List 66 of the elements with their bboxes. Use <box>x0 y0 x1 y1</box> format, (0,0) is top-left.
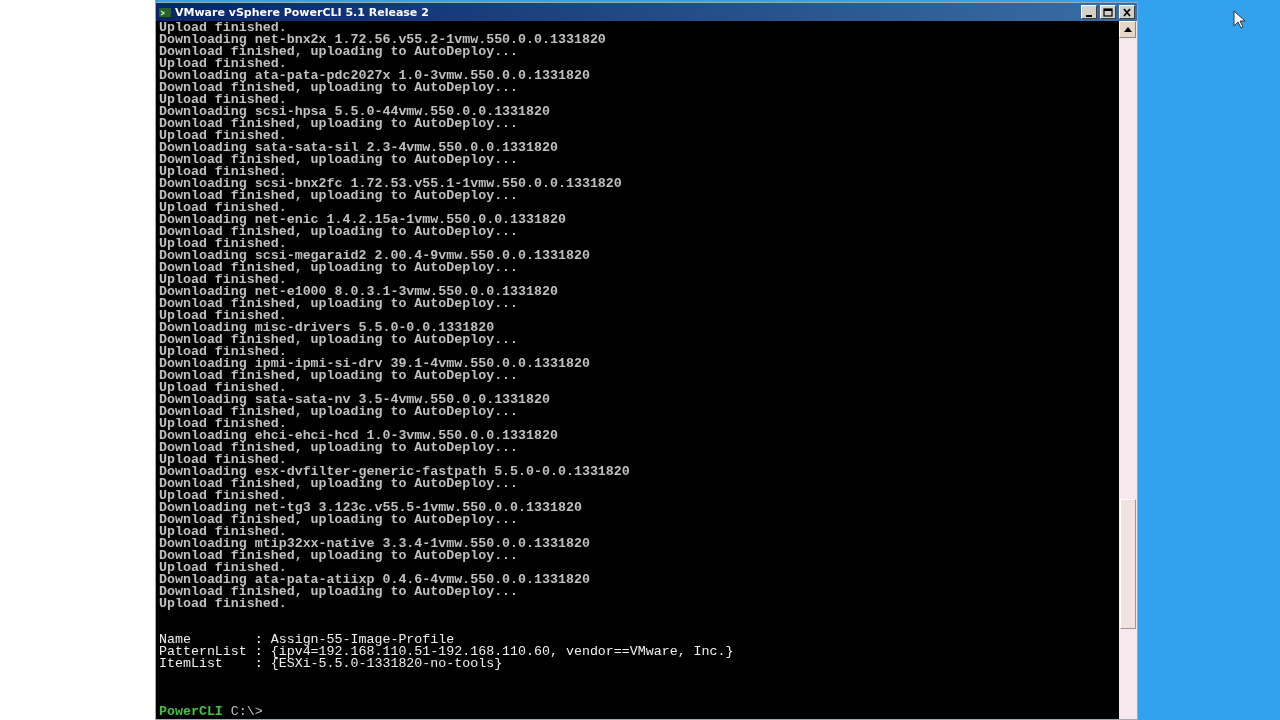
prompt-path: C:\> <box>230 704 263 719</box>
minimize-button[interactable] <box>1081 5 1097 19</box>
console-line: Upload finished. <box>159 346 287 358</box>
console-line: Download finished, uploading to AutoDeploy... <box>159 190 520 202</box>
console-line: Upload finished. <box>159 454 287 466</box>
mouse-pointer-icon <box>1233 10 1245 29</box>
console-line: Upload finished. <box>159 238 287 250</box>
console-line: Name : Assign-55-Image-Profile <box>159 634 455 646</box>
console-line: Downloading net-enic 1.4.2.15a-1vmw.550.0.0.1331820 <box>159 214 567 226</box>
console-line: Downloading mtip32xx-native 3.3.4-1vmw.550.0.0.1331820 <box>159 538 591 550</box>
console-line: PatternList : {ipv4=192.168.110.51-192.168.110.60, vendor==VMware, Inc.} <box>159 646 735 658</box>
console-line: Upload finished. <box>159 526 287 538</box>
console-line: Downloading ehci-ehci-hcd 1.0-3vmw.550.0.0.1331820 <box>159 430 559 442</box>
console-line: Upload finished. <box>159 418 287 430</box>
console-line: Download finished, uploading to AutoDeploy... <box>159 478 520 490</box>
close-icon <box>1121 6 1133 18</box>
console-line: Downloading ata-pata-atiixp 0.4.6-4vmw.550.0.0.1331820 <box>159 574 591 586</box>
window-title: VMware vSphere PowerCLI 5.1 Release 2 <box>175 5 430 19</box>
maximize-button[interactable] <box>1100 5 1116 19</box>
console-line: Downloading sata-sata-nv 3.5-4vmw.550.0.0.1331820 <box>159 394 551 406</box>
console-line: Download finished, uploading to AutoDeploy... <box>159 370 520 382</box>
console-line: Download finished, uploading to AutoDeploy... <box>159 226 520 238</box>
console-line: Upload finished. <box>159 562 287 574</box>
console-line: Download finished, uploading to AutoDeploy... <box>159 154 520 166</box>
console-line: Downloading esx-dvfilter-generic-fastpath 5.5.0-0.0.1331820 <box>159 466 631 478</box>
console-line: Download finished, uploading to AutoDeploy... <box>159 262 520 274</box>
console-line: Downloading scsi-hpsa 5.5.0-44vmw.550.0.0.1331820 <box>159 106 551 118</box>
console-line: Upload finished. <box>159 598 287 610</box>
console-line: Download finished, uploading to AutoDeploy... <box>159 46 520 58</box>
console-line: Upload finished. <box>159 166 287 178</box>
console-line: Upload finished. <box>159 490 287 502</box>
console-line: Download finished, uploading to AutoDeploy... <box>159 298 520 310</box>
console-line: Download finished, uploading to AutoDeploy... <box>159 334 520 346</box>
console-line: Download finished, uploading to AutoDeploy... <box>159 82 520 94</box>
prompt-label: PowerCLI <box>159 704 223 719</box>
console-line: Downloading misc-drivers 5.5.0-0.0.1331820 <box>159 322 495 334</box>
console-line: Downloading net-bnx2x 1.72.56.v55.2-1vmw.550.0.0.1331820 <box>159 34 607 46</box>
close-button[interactable] <box>1119 5 1135 19</box>
console-line: Upload finished. <box>159 274 287 286</box>
console-line: Download finished, uploading to AutoDeploy... <box>159 118 520 130</box>
minimize-icon <box>1086 14 1092 17</box>
maximize-icon <box>1102 6 1114 18</box>
console-line: Downloading scsi-bnx2fc 1.72.53.v55.1-1vmw.550.0.0.1331820 <box>159 178 623 190</box>
console-line: Downloading sata-sata-sil 2.3-4vmw.550.0.0.1331820 <box>159 142 559 154</box>
console-line: Download finished, uploading to AutoDeploy... <box>159 586 520 598</box>
up-arrow-icon <box>1123 27 1132 32</box>
console-line: Downloading net-tg3 3.123c.v55.5-1vmw.550.0.0.1331820 <box>159 502 583 514</box>
console-line: Upload finished. <box>159 202 287 214</box>
console-line: Downloading ipmi-ipmi-si-drv 39.1-4vmw.550.0.0.1331820 <box>159 358 591 370</box>
console-line: Upload finished. <box>159 130 287 142</box>
console-line: Upload finished. <box>159 22 287 34</box>
console-line: Downloading scsi-megaraid2 2.00.4-9vmw.550.0.0.1331820 <box>159 250 591 262</box>
console-line: Upload finished. <box>159 382 287 394</box>
console-line: ItemList : {ESXi-5.5.0-1331820-no-tools} <box>159 658 503 670</box>
console-line: Downloading ata-pata-pdc2027x 1.0-3vmw.550.0.0.1331820 <box>159 70 591 82</box>
console-line: Downloading net-e1000 8.0.3.1-3vmw.550.0.0.1331820 <box>159 286 559 298</box>
app-icon <box>158 5 172 19</box>
console-line: Upload finished. <box>159 58 287 70</box>
scroll-up-button[interactable] <box>1119 21 1136 38</box>
scrollbar-thumb[interactable] <box>1120 499 1136 629</box>
console-line: Upload finished. <box>159 94 287 106</box>
console-line: Download finished, uploading to AutoDeploy... <box>159 550 520 562</box>
console-line: Download finished, uploading to AutoDeploy... <box>159 442 520 454</box>
console-line: Download finished, uploading to AutoDeploy... <box>159 406 520 418</box>
console-line: Download finished, uploading to AutoDeploy... <box>159 514 520 526</box>
console-line: Upload finished. <box>159 310 287 322</box>
